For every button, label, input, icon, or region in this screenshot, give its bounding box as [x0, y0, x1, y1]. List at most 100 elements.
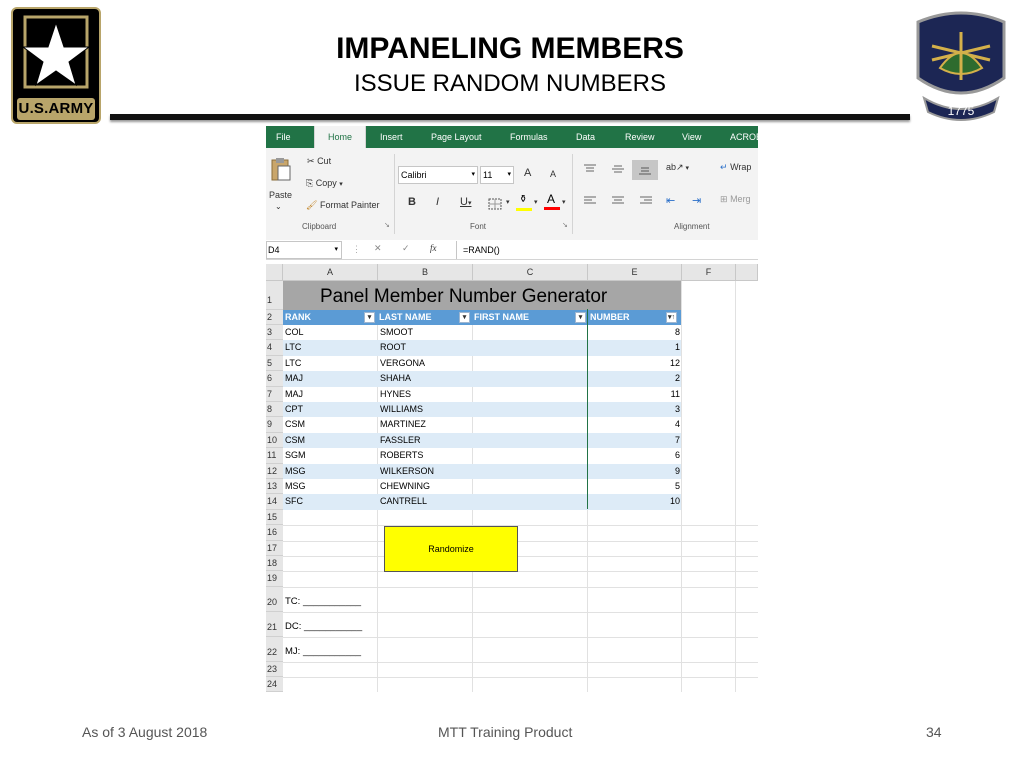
row-number[interactable]: 12 — [266, 463, 283, 479]
cell-last-name[interactable]: CANTRELL — [380, 494, 427, 509]
select-all-corner[interactable] — [266, 264, 283, 281]
filter-dropdown-icon[interactable]: ▾ — [364, 312, 375, 323]
tab-file[interactable]: File — [276, 126, 291, 148]
sheet-banner-title[interactable]: Panel Member Number Generator — [283, 281, 681, 310]
cell-last-name[interactable]: ROOT — [380, 340, 406, 355]
row-number[interactable]: 20 — [266, 586, 283, 612]
table-row[interactable]: COL SMOOT 8 — [283, 325, 681, 340]
filter-dropdown-icon[interactable]: ▾ — [575, 312, 586, 323]
align-center-icon[interactable] — [612, 196, 624, 206]
row-number[interactable]: 1 — [266, 281, 283, 310]
table-header-last-name[interactable]: LAST NAME ▾ — [377, 310, 472, 325]
column-header-a[interactable]: A — [283, 264, 378, 281]
tab-insert[interactable]: Insert — [380, 126, 403, 148]
cell-last-name[interactable]: ROBERTS — [380, 448, 423, 463]
dc-signature-line[interactable]: DC: ___________ — [285, 621, 362, 632]
cell-last-name[interactable]: WILLIAMS — [380, 402, 423, 417]
column-header-e[interactable]: E — [588, 264, 682, 281]
insert-function-icon[interactable]: fx — [430, 243, 437, 253]
row-number[interactable]: 10 — [266, 432, 283, 449]
table-row[interactable]: SFC CANTRELL 10 — [283, 494, 681, 510]
filter-dropdown-icon[interactable]: ▾ — [459, 312, 470, 323]
row-number[interactable]: 14 — [266, 494, 283, 510]
cell-number[interactable]: 9 — [588, 464, 680, 479]
cell-number[interactable]: 1 — [588, 340, 680, 355]
copy-button[interactable]: ⎘ Copy ▾ — [306, 178, 343, 189]
row-number[interactable]: 9 — [266, 417, 283, 433]
cell-number[interactable]: 2 — [588, 371, 680, 386]
align-left-icon[interactable] — [584, 196, 596, 206]
row-number[interactable]: 6 — [266, 371, 283, 387]
tab-home[interactable]: Home — [314, 126, 366, 148]
formula-input[interactable]: =RAND() — [456, 241, 758, 259]
table-row[interactable]: SGM ROBERTS 6 — [283, 448, 681, 463]
cell-rank[interactable]: CSM — [285, 417, 305, 432]
row-number[interactable]: 3 — [266, 325, 283, 341]
row-number[interactable]: 11 — [266, 448, 283, 464]
row-number[interactable]: 21 — [266, 611, 283, 637]
clipboard-launcher-icon[interactable]: ↘ — [384, 221, 390, 229]
table-row[interactable]: LTC ROOT 1 — [283, 340, 681, 356]
orientation-button[interactable]: ab↗ ▾ — [666, 162, 689, 173]
cell-last-name[interactable]: FASSLER — [380, 433, 421, 448]
shrink-font-button[interactable]: A — [550, 169, 556, 179]
format-painter-button[interactable]: 🖌 Format Painter — [306, 200, 379, 211]
randomize-button[interactable]: Randomize — [384, 526, 518, 572]
row-number[interactable]: 24 — [266, 676, 283, 692]
row-number[interactable]: 17 — [266, 540, 283, 556]
cell-rank[interactable]: LTC — [285, 356, 301, 371]
fill-color-button[interactable]: ⚱ — [516, 194, 532, 212]
mj-signature-line[interactable]: MJ: ___________ — [285, 646, 361, 657]
row-number[interactable]: 4 — [266, 340, 283, 356]
table-row[interactable]: CSM MARTINEZ 4 — [283, 417, 681, 432]
cell-rank[interactable]: SGM — [285, 448, 306, 463]
cell-last-name[interactable]: MARTINEZ — [380, 417, 426, 432]
cell-number[interactable]: 7 — [588, 433, 680, 448]
row-number[interactable]: 8 — [266, 402, 283, 418]
wrap-text-button[interactable]: ↵ Wrap — [720, 162, 751, 173]
underline-button[interactable]: U▾ — [460, 196, 471, 208]
row-number[interactable]: 13 — [266, 479, 283, 495]
cut-button[interactable]: ✂ Cut — [307, 156, 331, 167]
column-header-f[interactable]: F — [682, 264, 736, 281]
merge-center-button[interactable]: ⊞ Merg — [720, 194, 751, 205]
cell-rank[interactable]: MSG — [285, 464, 306, 479]
paste-button[interactable]: Paste — [269, 190, 292, 200]
sort-filter-icon[interactable]: ▾↑ — [666, 312, 677, 323]
table-header-number[interactable]: NUMBER ▾↑ — [588, 310, 681, 325]
cell-rank[interactable]: MSG — [285, 479, 306, 494]
font-name-select[interactable]: Calibri ▾ — [398, 166, 478, 184]
fill-dropdown-icon[interactable]: ▾ — [534, 198, 538, 206]
grow-font-button[interactable]: A — [524, 167, 531, 179]
table-row[interactable]: MAJ HYNES 11 — [283, 387, 681, 402]
row-number[interactable]: 7 — [266, 386, 283, 402]
row-number[interactable]: 2 — [266, 310, 283, 325]
formula-bar-options-icon[interactable]: ⋮ — [352, 244, 361, 255]
table-row[interactable]: MSG WILKERSON 9 — [283, 463, 681, 479]
cell-rank[interactable]: COL — [285, 325, 304, 340]
decrease-indent-icon[interactable]: ⇤ — [666, 194, 675, 207]
column-header-c[interactable]: C — [473, 264, 588, 281]
cell-number[interactable]: 8 — [588, 325, 680, 340]
italic-button[interactable]: I — [436, 196, 439, 208]
cell-number[interactable]: 3 — [588, 402, 680, 417]
tab-data[interactable]: Data — [576, 126, 595, 148]
table-header-first-name[interactable]: FIRST NAME ▾ — [472, 310, 588, 325]
row-number[interactable]: 22 — [266, 636, 283, 662]
cell-last-name[interactable]: VERGONA — [380, 356, 425, 371]
font-size-select[interactable]: 11 ▾ — [480, 166, 514, 184]
cell-number[interactable]: 10 — [588, 494, 680, 509]
name-box[interactable]: D4 ▾ — [266, 241, 342, 259]
cell-number[interactable]: 4 — [588, 417, 680, 432]
table-row[interactable]: CSM FASSLER 7 — [283, 432, 681, 449]
enter-formula-icon[interactable]: ✓ — [402, 243, 410, 254]
tc-signature-line[interactable]: TC: ___________ — [285, 596, 361, 607]
cell-number[interactable]: 6 — [588, 448, 680, 463]
align-right-icon[interactable] — [640, 196, 652, 206]
row-number[interactable]: 16 — [266, 525, 283, 541]
tab-acrobat[interactable]: ACROB — [730, 126, 758, 148]
cell-rank[interactable]: MAJ — [285, 387, 303, 402]
row-number[interactable]: 23 — [266, 661, 283, 677]
cell-last-name[interactable]: SMOOT — [380, 325, 413, 340]
cell-last-name[interactable]: HYNES — [380, 387, 411, 402]
